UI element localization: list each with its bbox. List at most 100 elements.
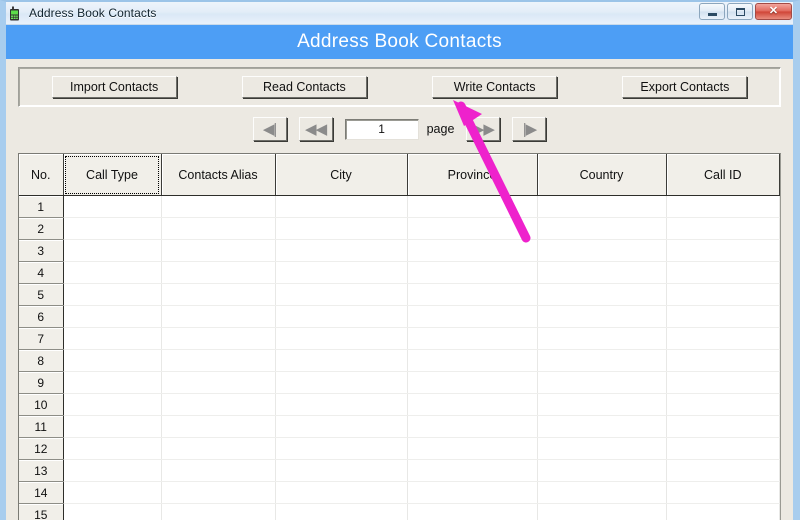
- cell-contacts-alias[interactable]: [161, 459, 276, 482]
- cell-call-id[interactable]: [666, 371, 780, 394]
- column-header-call-type[interactable]: Call Type: [63, 154, 162, 196]
- cell-country[interactable]: [537, 481, 667, 504]
- cell-country[interactable]: [537, 393, 667, 416]
- column-header-city[interactable]: City: [275, 154, 408, 196]
- close-button[interactable]: ✕: [755, 3, 792, 20]
- table-row[interactable]: 7: [19, 327, 780, 350]
- table-row[interactable]: 13: [19, 459, 780, 482]
- cell-contacts-alias[interactable]: [161, 327, 276, 350]
- row-number-cell[interactable]: 1: [19, 195, 64, 218]
- cell-province[interactable]: [407, 239, 538, 262]
- cell-contacts-alias[interactable]: [161, 261, 276, 284]
- cell-contacts-alias[interactable]: [161, 217, 276, 240]
- cell-city[interactable]: [275, 415, 408, 438]
- cell-call-type[interactable]: [63, 459, 162, 482]
- cell-city[interactable]: [275, 393, 408, 416]
- export-contacts-button[interactable]: Export Contacts: [622, 76, 748, 98]
- last-page-button[interactable]: |▶: [512, 117, 547, 141]
- cell-call-id[interactable]: [666, 393, 780, 416]
- row-number-cell[interactable]: 10: [19, 393, 64, 416]
- row-number-cell[interactable]: 12: [19, 437, 64, 460]
- next-page-button[interactable]: ▶▶: [466, 117, 501, 141]
- cell-call-id[interactable]: [666, 305, 780, 328]
- cell-call-type[interactable]: [63, 327, 162, 350]
- cell-country[interactable]: [537, 503, 667, 520]
- table-row[interactable]: 1: [19, 195, 780, 218]
- cell-province[interactable]: [407, 327, 538, 350]
- cell-contacts-alias[interactable]: [161, 437, 276, 460]
- cell-call-type[interactable]: [63, 481, 162, 504]
- table-row[interactable]: 11: [19, 415, 780, 438]
- cell-country[interactable]: [537, 305, 667, 328]
- cell-call-type[interactable]: [63, 239, 162, 262]
- cell-city[interactable]: [275, 305, 408, 328]
- cell-call-type[interactable]: [63, 415, 162, 438]
- row-number-cell[interactable]: 3: [19, 239, 64, 262]
- cell-contacts-alias[interactable]: [161, 393, 276, 416]
- cell-contacts-alias[interactable]: [161, 481, 276, 504]
- read-contacts-button[interactable]: Read Contacts: [241, 76, 367, 98]
- cell-city[interactable]: [275, 283, 408, 306]
- cell-country[interactable]: [537, 459, 667, 482]
- cell-country[interactable]: [537, 195, 667, 218]
- table-row[interactable]: 9: [19, 371, 780, 394]
- minimize-button[interactable]: [699, 3, 725, 20]
- column-header-call-id[interactable]: Call ID: [666, 154, 780, 196]
- cell-city[interactable]: [275, 503, 408, 520]
- cell-country[interactable]: [537, 415, 667, 438]
- cell-call-type[interactable]: [63, 349, 162, 372]
- cell-call-id[interactable]: [666, 503, 780, 520]
- table-row[interactable]: 8: [19, 349, 780, 372]
- cell-city[interactable]: [275, 437, 408, 460]
- table-row[interactable]: 2: [19, 217, 780, 240]
- previous-page-button[interactable]: ◀◀: [298, 117, 333, 141]
- cell-country[interactable]: [537, 283, 667, 306]
- cell-province[interactable]: [407, 305, 538, 328]
- cell-city[interactable]: [275, 261, 408, 284]
- cell-call-type[interactable]: [63, 503, 162, 520]
- cell-call-id[interactable]: [666, 415, 780, 438]
- column-header-contacts-alias[interactable]: Contacts Alias: [161, 154, 276, 196]
- cell-call-type[interactable]: [63, 283, 162, 306]
- cell-contacts-alias[interactable]: [161, 195, 276, 218]
- row-number-cell[interactable]: 4: [19, 261, 64, 284]
- row-number-cell[interactable]: 14: [19, 481, 64, 504]
- table-row[interactable]: 6: [19, 305, 780, 328]
- cell-contacts-alias[interactable]: [161, 371, 276, 394]
- column-header-province[interactable]: Province: [407, 154, 538, 196]
- cell-call-id[interactable]: [666, 349, 780, 372]
- table-row[interactable]: 12: [19, 437, 780, 460]
- contacts-table-container[interactable]: No. Call Type Contacts Alias City Provin…: [18, 153, 781, 520]
- cell-call-type[interactable]: [63, 305, 162, 328]
- cell-city[interactable]: [275, 481, 408, 504]
- cell-province[interactable]: [407, 415, 538, 438]
- cell-call-id[interactable]: [666, 459, 780, 482]
- cell-province[interactable]: [407, 503, 538, 520]
- cell-contacts-alias[interactable]: [161, 239, 276, 262]
- cell-call-id[interactable]: [666, 261, 780, 284]
- column-header-no[interactable]: No.: [19, 154, 64, 196]
- first-page-button[interactable]: ◀|: [252, 117, 287, 141]
- row-number-cell[interactable]: 7: [19, 327, 64, 350]
- cell-country[interactable]: [537, 217, 667, 240]
- column-header-country[interactable]: Country: [537, 154, 667, 196]
- cell-province[interactable]: [407, 371, 538, 394]
- row-number-cell[interactable]: 9: [19, 371, 64, 394]
- cell-call-id[interactable]: [666, 327, 780, 350]
- cell-city[interactable]: [275, 459, 408, 482]
- cell-city[interactable]: [275, 195, 408, 218]
- cell-call-type[interactable]: [63, 217, 162, 240]
- cell-contacts-alias[interactable]: [161, 305, 276, 328]
- cell-city[interactable]: [275, 217, 408, 240]
- table-row[interactable]: 4: [19, 261, 780, 284]
- cell-country[interactable]: [537, 349, 667, 372]
- row-number-cell[interactable]: 5: [19, 283, 64, 306]
- cell-country[interactable]: [537, 371, 667, 394]
- cell-country[interactable]: [537, 437, 667, 460]
- cell-call-type[interactable]: [63, 371, 162, 394]
- cell-province[interactable]: [407, 393, 538, 416]
- maximize-button[interactable]: [727, 3, 753, 20]
- cell-province[interactable]: [407, 459, 538, 482]
- cell-province[interactable]: [407, 195, 538, 218]
- table-row[interactable]: 3: [19, 239, 780, 262]
